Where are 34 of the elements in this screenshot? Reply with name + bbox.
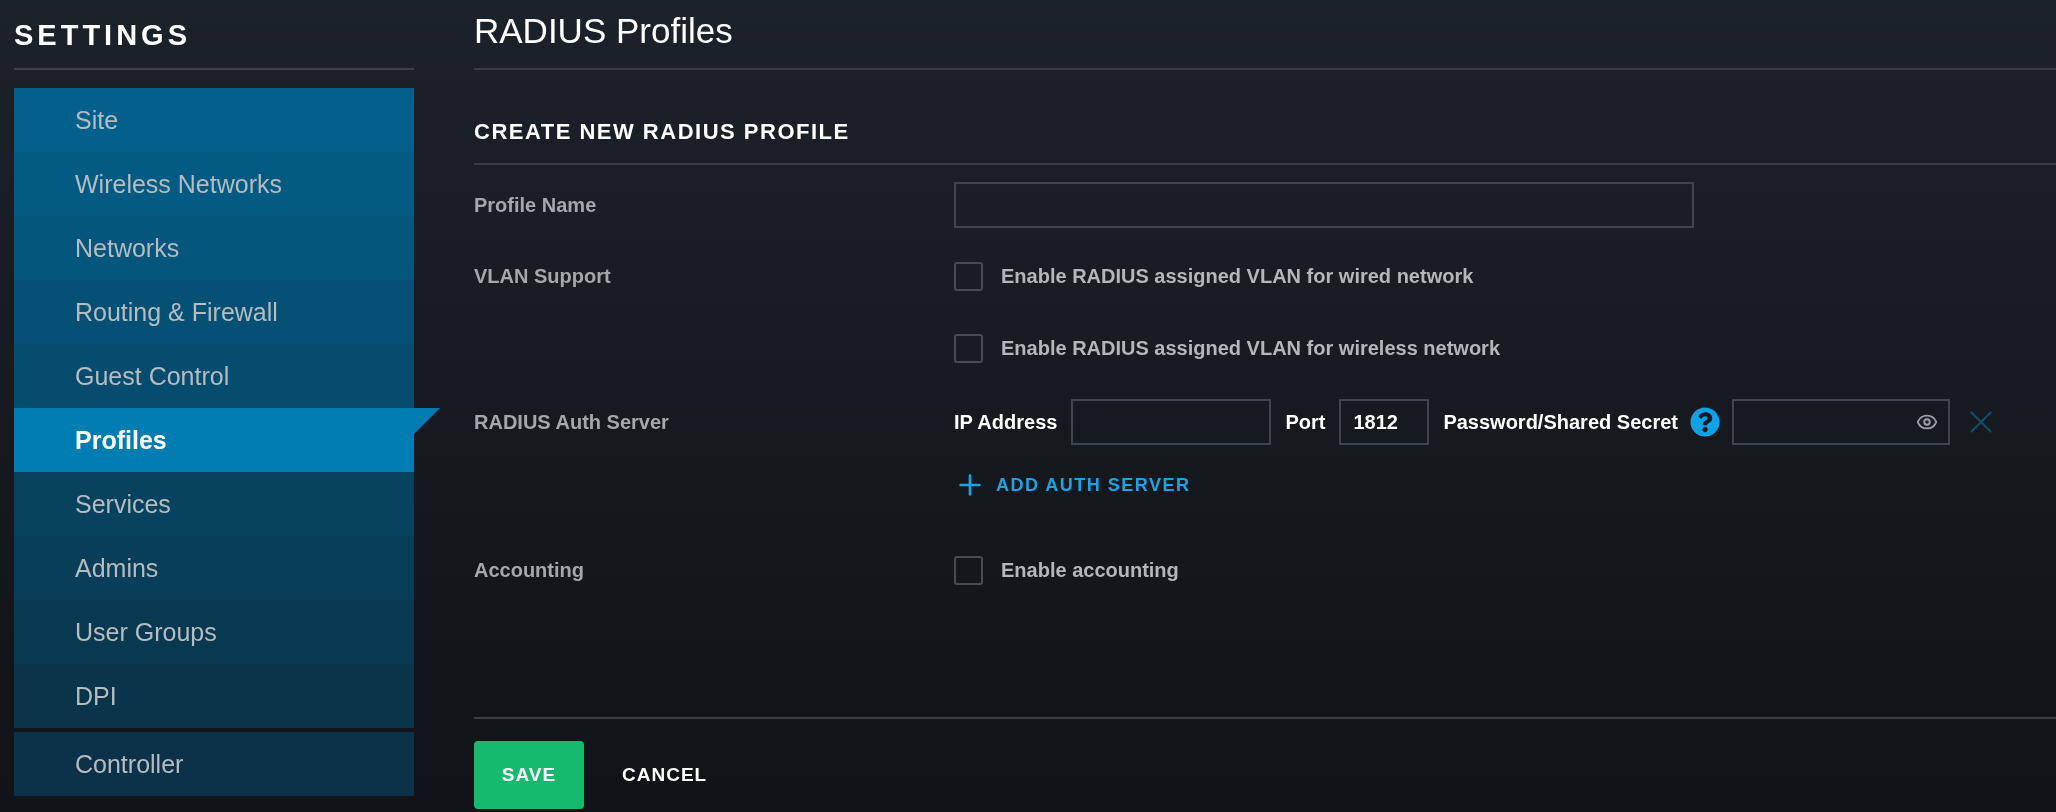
profile-name-field[interactable]: [954, 182, 1694, 228]
sidebar-item[interactable]: Admins: [14, 536, 414, 600]
help-icon[interactable]: [1689, 407, 1720, 437]
sidebar-item[interactable]: Guest Control: [14, 344, 414, 408]
sidebar-item[interactable]: User Groups: [14, 600, 414, 664]
sidebar-item[interactable]: Services: [14, 472, 414, 536]
sidebar-item[interactable]: Networks: [14, 216, 414, 280]
ip-address-label: IP Address: [954, 410, 1058, 434]
checkbox[interactable]: [954, 333, 983, 363]
sidebar-title: SETTINGS: [14, 0, 414, 70]
sidebar-item[interactable]: DPI: [14, 664, 414, 728]
sidebar-item[interactable]: Site: [14, 88, 414, 152]
sidebar-item[interactable]: Profiles: [14, 408, 440, 472]
field-label: Profile Name: [474, 193, 597, 216]
field-label: RADIUS Auth Server: [474, 410, 669, 433]
cancel-button[interactable]: CANCEL: [622, 764, 708, 786]
port-field[interactable]: 1812: [1339, 399, 1430, 445]
field-label: Accounting: [474, 558, 584, 581]
shared-secret-label: Password/Shared Secret: [1443, 410, 1678, 434]
ip-address-field[interactable]: [1071, 399, 1272, 445]
checkbox[interactable]: [954, 261, 983, 291]
sidebar-item[interactable]: Controller: [14, 732, 414, 796]
shared-secret-field[interactable]: [1731, 399, 1950, 445]
port-label: Port: [1285, 410, 1326, 434]
section-heading: CREATE NEW RADIUS PROFILE: [474, 70, 2056, 165]
checkbox-label: Enable RADIUS assigned VLAN for wireless network: [1001, 336, 1500, 360]
sidebar-item[interactable]: Wireless Networks: [14, 152, 414, 216]
checkbox-label: Enable accounting: [1001, 558, 1179, 582]
checkbox-label: Enable RADIUS assigned VLAN for wired network: [1001, 264, 1474, 288]
add-auth-server-link[interactable]: ADD AUTH SERVER: [954, 469, 1191, 501]
page-title: RADIUS Profiles: [474, 0, 2056, 70]
field-label: VLAN Support: [474, 264, 611, 287]
sidebar-item[interactable]: Routing & Firewall: [14, 280, 414, 344]
checkbox[interactable]: [954, 555, 983, 585]
